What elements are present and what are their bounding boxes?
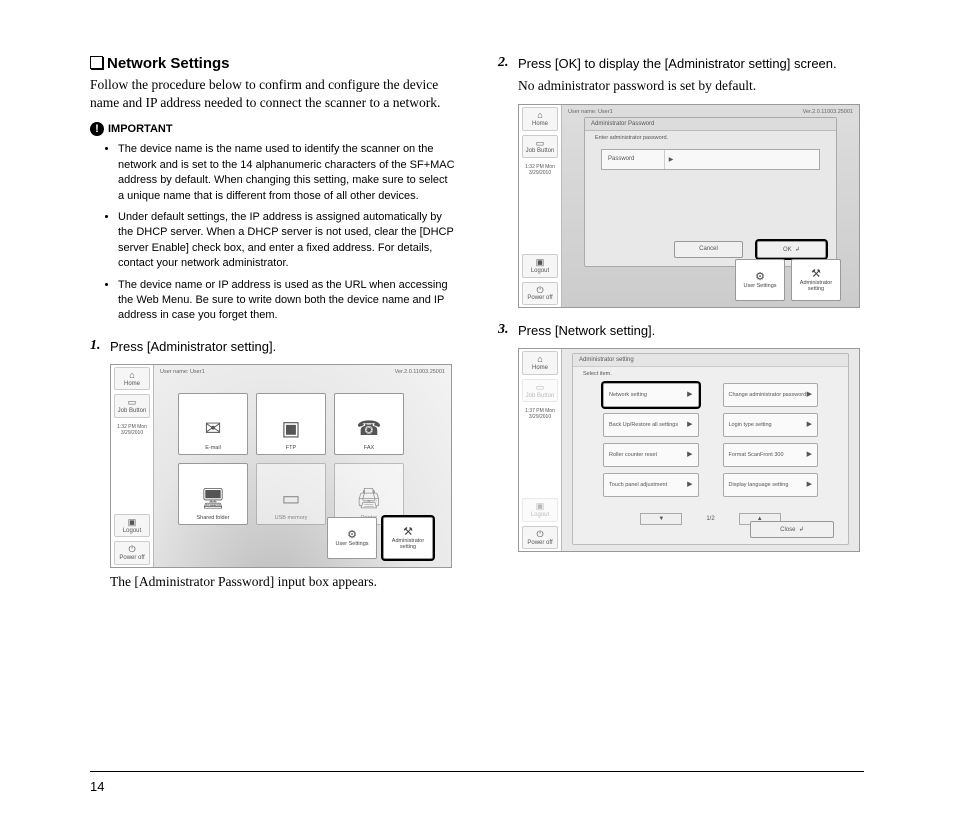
password-label: Password: [602, 150, 665, 169]
step1-result: The [Administrator Password] input box a…: [110, 574, 456, 590]
important-icon: !: [90, 122, 104, 136]
chevron-right-icon: ▶: [807, 421, 812, 429]
panel-title: Administrator setting: [573, 354, 848, 367]
chevron-right-icon: ▶: [687, 451, 692, 459]
usb-tile[interactable]: ▭USB memory: [256, 463, 326, 525]
user-name-label: User name: User1: [160, 369, 205, 375]
screenshot-admin-password: ⌂Home ▭Job Button 1:32 PM Mon3/29/2010 ▣…: [518, 104, 860, 308]
backup-restore-item[interactable]: Back Up/Restore all settings▶: [603, 413, 699, 437]
step-text: Press [OK] to display the [Administrator…: [518, 56, 837, 71]
prev-page-button[interactable]: ▼: [640, 513, 682, 525]
dialog-instruction: Enter administrator password.: [585, 131, 836, 145]
chevron-right-icon: ▶: [665, 150, 677, 169]
change-password-item[interactable]: Change administrator password▶: [723, 383, 819, 407]
admin-setting-panel: Administrator setting Select item. Netwo…: [572, 353, 849, 545]
version-label: Ver.2.0.11003.25001: [803, 109, 853, 115]
step-text: Press [Network setting].: [518, 322, 655, 340]
shared-folder-tile[interactable]: 🖥Shared folder: [178, 463, 248, 525]
cancel-button[interactable]: Cancel: [674, 241, 743, 258]
chevron-right-icon: ▶: [807, 481, 812, 489]
important-label: IMPORTANT: [108, 123, 173, 135]
fax-tile[interactable]: ☎FAX: [334, 393, 404, 455]
footer-divider: [90, 771, 864, 772]
home-button[interactable]: ⌂Home: [114, 367, 150, 390]
bullet-icon: [90, 56, 103, 69]
page-number: 14: [90, 779, 104, 794]
close-button[interactable]: Close ↲: [750, 521, 834, 538]
important-heading: ! IMPORTANT: [90, 122, 456, 136]
touch-panel-item[interactable]: Touch panel adjustment▶: [603, 473, 699, 497]
power-off-button[interactable]: ⏻Power off: [522, 282, 558, 305]
home-button[interactable]: ⌂Home: [522, 107, 558, 130]
power-off-button[interactable]: ⏻Power off: [522, 526, 558, 549]
step-number: 2.: [498, 55, 512, 96]
job-button[interactable]: ▭Job Button: [522, 135, 558, 158]
logout-button[interactable]: ▣Logout: [114, 514, 150, 537]
user-settings-button[interactable]: ⚙User Settings: [735, 259, 785, 301]
home-button[interactable]: ⌂Home: [522, 351, 558, 374]
admin-setting-button[interactable]: ⚒Administrator setting: [791, 259, 841, 301]
important-notes: The device name is the name used to iden…: [102, 142, 456, 323]
power-off-button[interactable]: ⏻Power off: [114, 541, 150, 564]
step-text: Press [Administrator setting].: [110, 338, 276, 356]
chevron-right-icon: ▶: [687, 481, 692, 489]
chevron-right-icon: ▶: [807, 391, 812, 399]
clock: 1:32 PM Mon3/29/2010: [519, 160, 561, 180]
password-field[interactable]: Password ▶: [601, 149, 820, 170]
email-tile[interactable]: ✉E-mail: [178, 393, 248, 455]
step-number: 3.: [498, 322, 512, 340]
display-language-item[interactable]: Display language setting▶: [723, 473, 819, 497]
job-button: ▭Job Button: [522, 379, 558, 402]
dialog-title: Administrator Password: [585, 118, 836, 131]
section-heading: Network Settings: [90, 55, 456, 72]
note-item: Under default settings, the IP address i…: [118, 210, 456, 272]
ok-button[interactable]: OK ↲: [757, 241, 826, 258]
logout-button: ▣Logout: [522, 498, 558, 521]
ftp-tile[interactable]: ▣FTP: [256, 393, 326, 455]
step-2: 2. Press [OK] to display the [Administra…: [498, 55, 864, 96]
chevron-right-icon: ▶: [687, 421, 692, 429]
step-1: 1. Press [Administrator setting].: [90, 338, 456, 356]
note-item: The device name is the name used to iden…: [118, 142, 456, 204]
clock: 1:37 PM Mon3/29/2010: [519, 404, 561, 424]
chevron-right-icon: ▶: [687, 391, 692, 399]
screenshot-admin-setting: ⌂Home ▭Job Button 1:32 PM Mon3/29/2010 ▣…: [110, 364, 452, 568]
admin-password-dialog: Administrator Password Enter administrat…: [584, 117, 837, 267]
user-name-label: User name: User1: [568, 109, 613, 115]
intro-paragraph: Follow the procedure below to confirm an…: [90, 76, 456, 112]
step-number: 1.: [90, 338, 104, 356]
clock: 1:32 PM Mon3/29/2010: [111, 420, 153, 440]
network-setting-item[interactable]: Network setting▶: [603, 383, 699, 407]
job-button[interactable]: ▭Job Button: [114, 394, 150, 417]
user-settings-button[interactable]: ⚙User Settings: [327, 517, 377, 559]
admin-setting-button[interactable]: ⚒Administrator setting: [383, 517, 433, 559]
step-3: 3. Press [Network setting].: [498, 322, 864, 340]
screenshot-network-setting: ⌂Home ▭Job Button 1:37 PM Mon3/29/2010 ▣…: [518, 348, 860, 552]
logout-button[interactable]: ▣Logout: [522, 254, 558, 277]
chevron-right-icon: ▶: [807, 451, 812, 459]
printer-tile[interactable]: 🖨Printer: [334, 463, 404, 525]
page-indicator: 1/2: [706, 516, 714, 522]
format-item[interactable]: Format ScanFront 300▶: [723, 443, 819, 467]
version-label: Ver.2.0.11003.25001: [395, 369, 445, 375]
login-type-item[interactable]: Login type setting▶: [723, 413, 819, 437]
panel-instruction: Select item.: [573, 367, 848, 381]
step-subtext: No administrator password is set by defa…: [518, 77, 837, 96]
note-item: The device name or IP address is used as…: [118, 278, 456, 324]
roller-counter-item[interactable]: Roller counter reset▶: [603, 443, 699, 467]
